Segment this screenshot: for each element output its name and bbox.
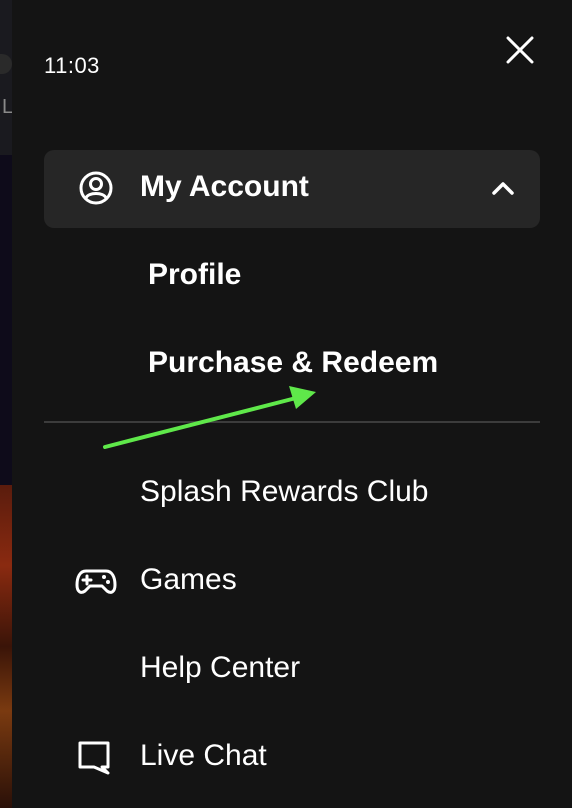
menu-item-label: Splash Rewards Club — [140, 475, 429, 508]
chevron-up-icon — [492, 182, 514, 195]
my-account-label: My Account — [140, 170, 309, 203]
my-account-toggle[interactable]: My Account — [44, 150, 540, 228]
close-button[interactable] — [500, 30, 540, 70]
menu-item-profile[interactable]: Profile — [148, 258, 241, 292]
menu-item-splash-rewards-club[interactable]: Splash Rewards Club — [44, 463, 540, 523]
background-text-stub: L — [2, 96, 12, 118]
status-time: 11:03 — [44, 53, 100, 78]
background-dark-strip — [0, 155, 12, 485]
background-top-strip — [0, 0, 12, 155]
background-game-art — [0, 485, 12, 808]
gamepad-icon — [75, 569, 117, 594]
background-page: L — [0, 0, 12, 808]
menu-item-label: Live Chat — [140, 739, 267, 772]
menu-item-label: Help Center — [140, 651, 301, 684]
chat-bubble-icon — [78, 741, 110, 775]
close-icon — [506, 36, 534, 64]
menu-item-help-center[interactable]: Help Center — [44, 639, 540, 699]
menu-divider — [44, 421, 540, 423]
menu-item-purchase-redeem[interactable]: Purchase & Redeem — [148, 346, 438, 380]
menu-item-games[interactable]: Games — [44, 551, 540, 611]
menu-item-label: Games — [140, 563, 237, 596]
menu-item-live-chat[interactable]: Live Chat — [44, 727, 540, 787]
user-circle-icon — [79, 171, 113, 205]
